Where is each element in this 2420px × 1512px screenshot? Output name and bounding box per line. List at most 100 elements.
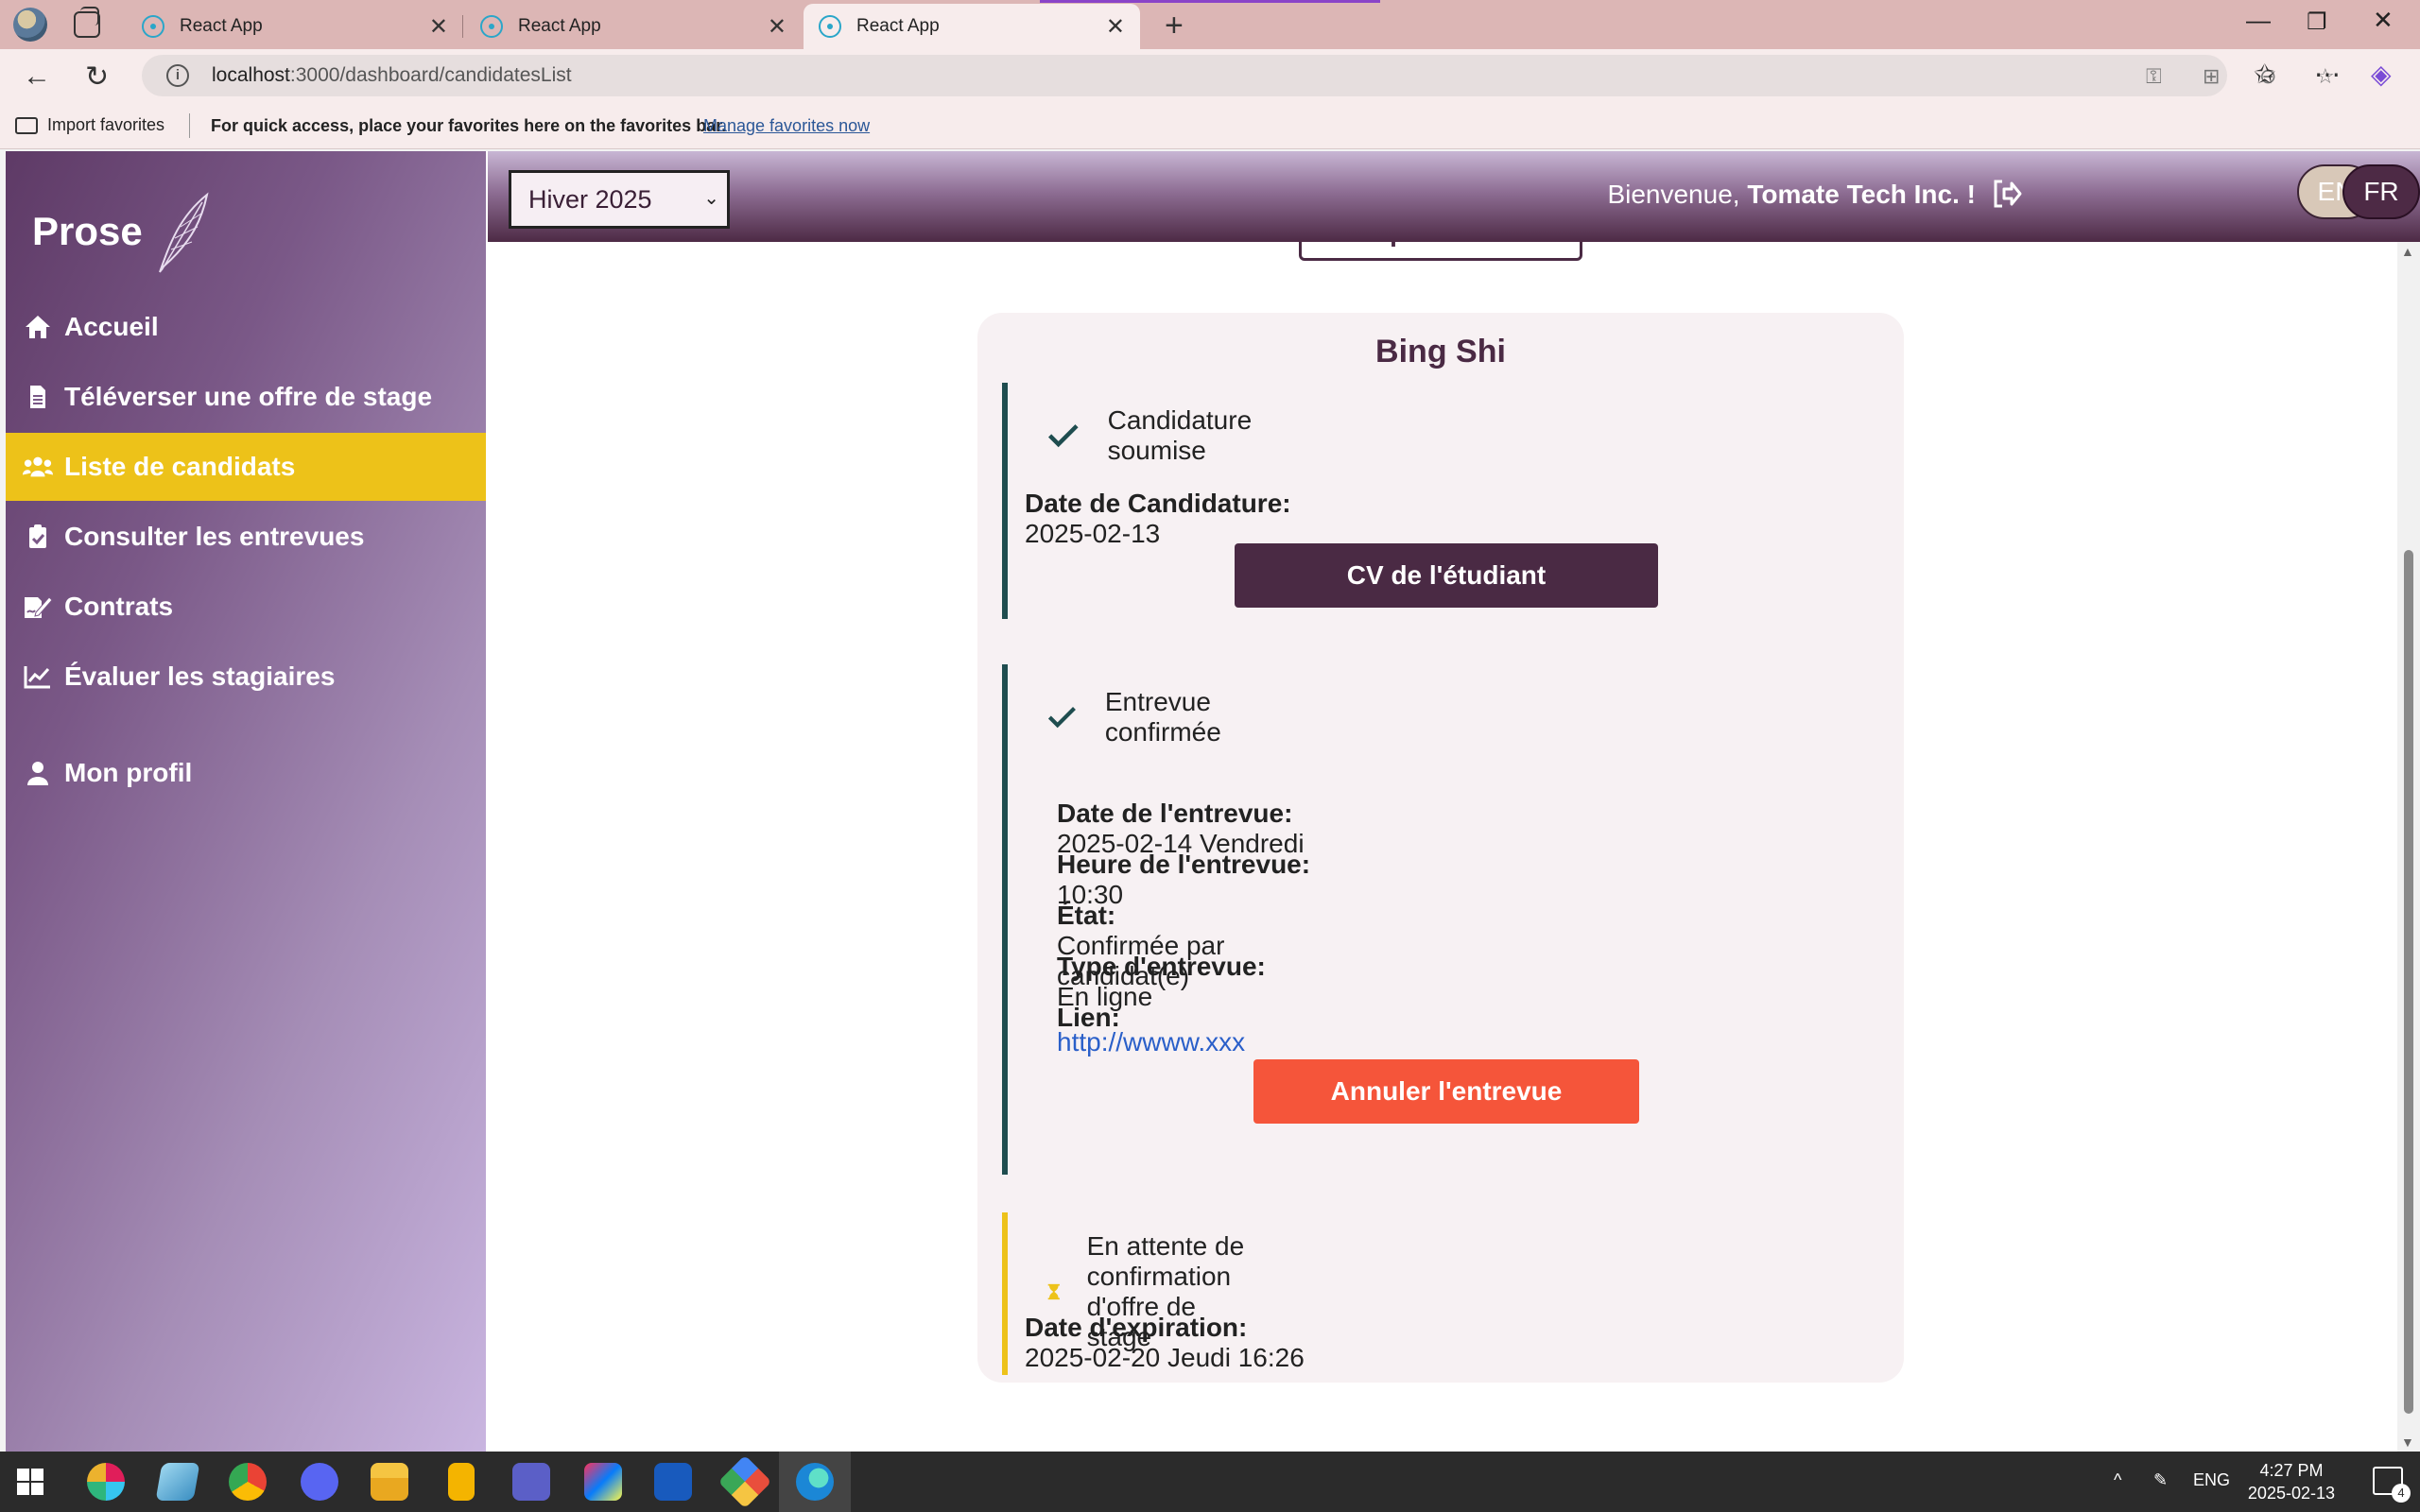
main-content: Description de l'offre Bing Shi Candidat… (488, 242, 2397, 1452)
offer-expiry-value: 2025-02-20 Jeudi 16:26 (1025, 1343, 1305, 1372)
interview-date-label: Date de l'entrevue: (1057, 799, 1293, 828)
step-application-header: Candidature soumise (1047, 405, 1270, 466)
interview-link[interactable]: http://wwww.xxx (1057, 1027, 1245, 1057)
chart-line-icon (23, 662, 53, 692)
clock-date: 2025-02-13 (2247, 1484, 2335, 1503)
edge-icon[interactable] (796, 1463, 834, 1501)
workspaces-icon[interactable] (74, 7, 100, 38)
chrome-icon[interactable] (229, 1463, 267, 1501)
candidate-card: Bing Shi Candidature soumise Date de Can… (977, 313, 1904, 1383)
sidebar: Prose Accueil Téléverser une offre de st… (6, 151, 486, 1452)
url-text[interactable]: localhost:3000/dashboard/candidatesList (212, 64, 572, 87)
scroll-down-icon[interactable]: ▼ (2401, 1435, 2414, 1450)
close-tab-icon[interactable]: ✕ (1106, 13, 1125, 41)
check-icon (1047, 707, 1076, 729)
home-icon (23, 312, 53, 342)
sidebar-item-liste-candidats[interactable]: Liste de candidats (6, 433, 486, 501)
system-clock[interactable]: 4:27 PM 2025-02-13 (2248, 1459, 2335, 1504)
intellij-icon[interactable] (584, 1463, 622, 1501)
profile-avatar[interactable] (13, 8, 47, 42)
discord-icon[interactable] (301, 1463, 338, 1501)
app-root: Prose Accueil Téléverser une offre de st… (6, 151, 2420, 1452)
sidebar-item-label: Évaluer les stagiaires (64, 662, 336, 691)
minimize-icon[interactable]: — (2246, 6, 2271, 35)
manage-favorites-link[interactable]: Manage favorites now (703, 116, 870, 136)
restore-icon[interactable]: ❐ (2307, 9, 2327, 36)
react-icon (819, 15, 841, 38)
clipboard-check-icon (23, 522, 53, 552)
notification-count: 4 (2392, 1484, 2411, 1503)
step-application: Candidature soumise Date de Candidature:… (1002, 383, 1658, 619)
keep-icon[interactable] (448, 1463, 475, 1501)
git-icon[interactable] (717, 1454, 772, 1509)
interview-status: Entrevue confirmée (1104, 687, 1221, 747)
brand-logo[interactable]: Prose (32, 189, 216, 274)
import-favorites-button[interactable]: Import favorites (15, 115, 164, 135)
sidebar-item-televerser[interactable]: Téléverser une offre de stage (6, 363, 486, 431)
tab-title: React App (518, 16, 601, 36)
welcome-prefix: Bienvenue, (1607, 180, 1740, 209)
application-date-value: 2025-02-13 (1025, 519, 1161, 548)
tab-title: React App (180, 16, 263, 36)
password-key-icon[interactable]: ⚿ (2146, 64, 2162, 89)
sidebar-item-evaluer[interactable]: Évaluer les stagiaires (6, 643, 486, 711)
browser-tab-1[interactable]: React App ✕ (127, 4, 463, 49)
signature-icon (23, 592, 53, 622)
windows-start-icon[interactable] (17, 1469, 43, 1495)
feather-icon (158, 192, 209, 273)
sidebar-item-label: Téléverser une offre de stage (64, 382, 433, 411)
close-tab-icon[interactable]: ✕ (768, 13, 786, 41)
check-icon (1047, 424, 1079, 448)
teams-icon[interactable] (512, 1463, 550, 1501)
input-language[interactable]: ENG (2193, 1470, 2230, 1490)
session-select[interactable]: Hiver 2025 ⌄ (509, 170, 730, 229)
browser-tab-3[interactable]: React App ✕ (804, 4, 1140, 49)
sidebar-item-entrevues[interactable]: Consulter les entrevues (6, 503, 486, 571)
site-info-icon[interactable]: i (166, 64, 189, 87)
session-select-value: Hiver 2025 (528, 184, 652, 214)
apps-icon[interactable]: ⊞ (2203, 64, 2220, 89)
copilot-icon[interactable]: ◈ (2371, 59, 2392, 90)
new-tab-button[interactable]: + (1165, 8, 1184, 44)
import-icon (15, 116, 38, 134)
tray-chevron-icon[interactable]: ^ (2114, 1470, 2121, 1490)
pen-icon[interactable]: ✎ (2153, 1470, 2168, 1490)
logout-icon[interactable] (1991, 178, 2023, 210)
interview-link-row: Lien: http://wwww.xxx (1057, 1003, 1325, 1063)
scrollbar-thumb[interactable] (2404, 550, 2413, 1414)
refresh-icon[interactable]: ↻ (85, 60, 109, 94)
step-interview-header: Entrevue confirmée (1047, 687, 1241, 747)
sidebar-item-contrats[interactable]: Contrats (6, 573, 486, 641)
cancel-interview-button[interactable]: Annuler l'entrevue (1253, 1059, 1639, 1124)
chevron-down-icon: ⌄ (703, 188, 719, 209)
lang-fr-button[interactable]: FR (2342, 164, 2420, 219)
favorites-bar: Import favorites For quick access, place… (0, 102, 2420, 149)
sidebar-item-label: Contrats (64, 592, 174, 621)
favorites-icon[interactable]: ✩ (2254, 59, 2275, 90)
close-tab-icon[interactable]: ✕ (429, 13, 448, 41)
interview-state-label: État: (1057, 901, 1116, 930)
scroll-up-icon[interactable]: ▲ (2401, 244, 2414, 259)
slack-icon[interactable] (87, 1463, 125, 1501)
address-bar[interactable]: i localhost:3000/dashboard/candidatesLis… (142, 55, 2335, 96)
back-icon[interactable]: ← (23, 60, 51, 93)
page-scrollbar[interactable]: ▲ ▼ (2397, 242, 2420, 1452)
more-menu-icon[interactable]: ⋯ (2314, 59, 2341, 90)
file-explorer-icon[interactable] (371, 1463, 408, 1501)
browser-tab-2[interactable]: React App ✕ (465, 4, 802, 49)
top-bar: Hiver 2025 ⌄ Bienvenue, Tomate Tech Inc.… (488, 151, 2420, 242)
notification-icon[interactable]: 4 (2373, 1467, 2411, 1503)
close-window-icon[interactable]: ✕ (2373, 6, 2394, 35)
notepad-icon[interactable] (155, 1463, 200, 1501)
offer-description-button[interactable]: Description de l'offre (1299, 242, 1582, 261)
company-name: Tomate Tech Inc. ! (1747, 180, 1976, 209)
brand-name: Prose (32, 209, 143, 253)
word-icon[interactable] (654, 1463, 692, 1501)
sidebar-item-profil[interactable]: Mon profil (6, 739, 486, 807)
offer-expiry-row: Date d'expiration: 2025-02-20 Jeudi 16:2… (1025, 1313, 1316, 1373)
import-favorites-label: Import favorites (47, 115, 165, 134)
sidebar-item-accueil[interactable]: Accueil (6, 293, 486, 361)
sidebar-item-label: Accueil (64, 312, 159, 341)
cv-button[interactable]: CV de l'étudiant (1235, 543, 1658, 608)
application-date-label: Date de Candidature: (1025, 489, 1291, 518)
